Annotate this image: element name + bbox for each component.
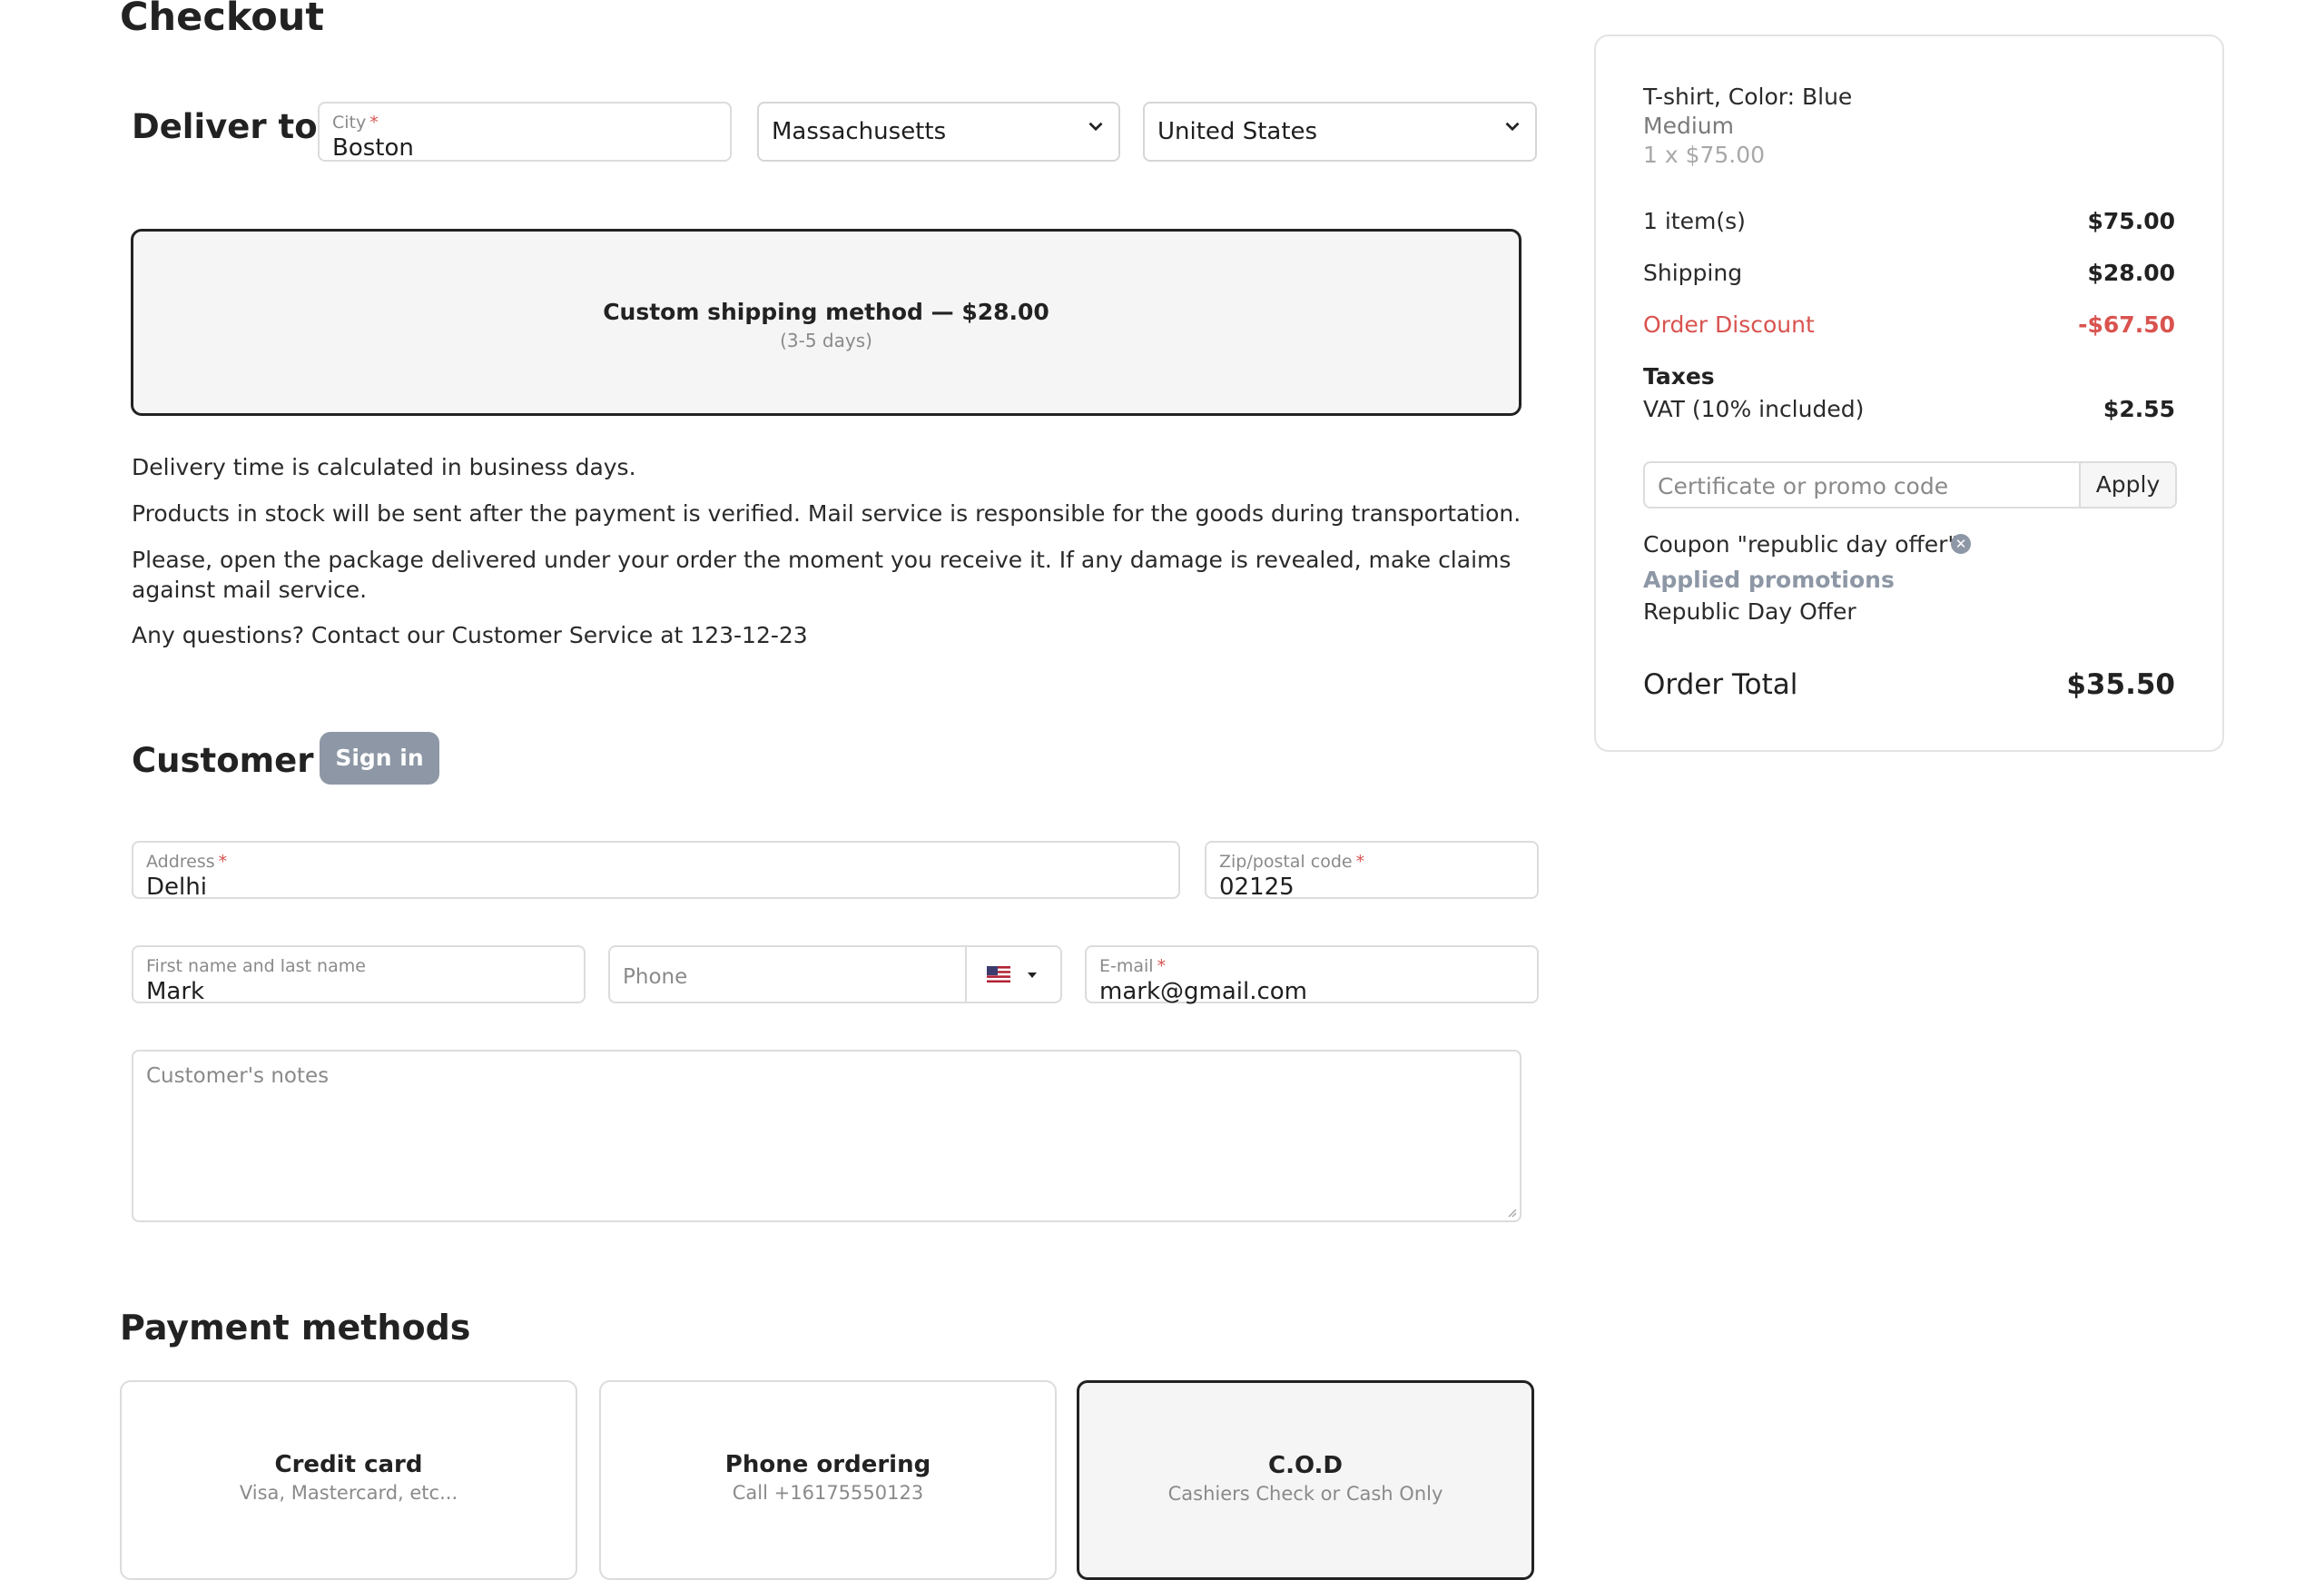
us-flag-icon [987, 966, 1010, 983]
payment-option-cod[interactable]: C.O.D Cashiers Check or Cash Only [1077, 1380, 1534, 1580]
phone-field[interactable]: Phone [608, 945, 1062, 1003]
city-label: City * [332, 113, 379, 133]
remove-coupon-icon[interactable]: ✕ [1951, 534, 1971, 554]
promotion-name: Republic Day Offer [1643, 598, 1856, 625]
page-title: Checkout [120, 0, 324, 40]
email-value: mark@gmail.com [1099, 978, 1308, 1005]
vat-value: $2.55 [2102, 396, 2175, 422]
shipping-method-days: (3-5 days) [780, 330, 872, 351]
address-label: Address * [146, 852, 228, 872]
phone-divider [965, 947, 967, 1002]
discount-label: Order Discount [1643, 311, 1815, 338]
city-value: Boston [332, 134, 414, 162]
payment-option-desc: Cashiers Check or Cash Only [1167, 1483, 1443, 1505]
deliver-to-title: Deliver to [132, 107, 318, 146]
payment-option-credit-card[interactable]: Credit card Visa, Mastercard, etc... [120, 1380, 577, 1580]
discount-value: -$67.50 [2078, 311, 2175, 338]
payment-methods-title: Payment methods [120, 1308, 471, 1348]
customer-title: Customer [132, 741, 314, 780]
country-select[interactable]: United States [1143, 102, 1537, 162]
zip-label: Zip/postal code * [1219, 852, 1365, 872]
customer-notes-textarea[interactable]: Customer's notes [132, 1050, 1521, 1222]
phone-placeholder: Phone [623, 965, 688, 989]
payment-option-desc: Visa, Mastercard, etc... [239, 1482, 458, 1504]
shipping-value: $28.00 [2087, 260, 2175, 286]
state-select[interactable]: Massachusetts [757, 102, 1120, 162]
zip-value: 02125 [1219, 874, 1295, 901]
name-label: First name and last name [146, 956, 366, 976]
items-subtotal: $75.00 [2087, 208, 2175, 234]
promo-placeholder: Certificate or promo code [1658, 473, 1949, 499]
promo-code-input[interactable]: Certificate or promo code Apply [1643, 461, 2177, 509]
city-field[interactable]: City * Boston [318, 102, 732, 162]
state-value: Massachusetts [772, 118, 947, 145]
email-field[interactable]: E-mail * mark@gmail.com [1085, 945, 1539, 1005]
delivery-info-text: Any questions? Contact our Customer Serv… [132, 622, 808, 648]
chevron-down-icon [1505, 122, 1520, 132]
payment-option-name: C.O.D [1268, 1452, 1343, 1479]
order-total-value: $35.50 [2066, 668, 2175, 701]
name-field[interactable]: First name and last name Mark [132, 945, 586, 1005]
payment-option-name: Credit card [274, 1451, 423, 1478]
email-label: E-mail * [1099, 956, 1167, 976]
resize-handle-icon[interactable] [1506, 1207, 1517, 1218]
payment-option-desc: Call +16175550123 [732, 1482, 924, 1504]
item-name: T-shirt, Color: Blue [1643, 84, 1853, 110]
name-value: Mark [146, 978, 205, 1005]
notes-placeholder: Customer's notes [146, 1064, 330, 1088]
delivery-info-text: Please, open the package delivered under… [132, 547, 1512, 603]
applied-promotions-label: Applied promotions [1643, 567, 1895, 593]
phone-country-select[interactable] [969, 947, 1060, 1002]
payment-option-name: Phone ordering [724, 1451, 931, 1478]
country-value: United States [1157, 118, 1318, 145]
shipping-label: Shipping [1643, 260, 1743, 286]
address-value: Delhi [146, 874, 207, 901]
address-field[interactable]: Address * Delhi [132, 841, 1180, 901]
item-variant: Medium [1643, 113, 1734, 139]
shipping-method-name: Custom shipping method — $28.00 [603, 299, 1049, 325]
delivery-info-text: Delivery time is calculated in business … [132, 454, 636, 480]
order-total-label: Order Total [1643, 668, 1798, 701]
order-summary: T-shirt, Color: Blue Medium 1 x $75.00 1… [1594, 35, 2224, 752]
coupon-text: Coupon "republic day offer" [1643, 531, 1958, 558]
sign-in-button[interactable]: Sign in [320, 732, 439, 785]
taxes-label: Taxes [1643, 363, 1715, 390]
item-qty-price: 1 x $75.00 [1643, 142, 1766, 168]
items-count-label: 1 item(s) [1643, 208, 1746, 234]
shipping-method-option[interactable]: Custom shipping method — $28.00 (3-5 day… [131, 229, 1521, 416]
payment-option-phone-ordering[interactable]: Phone ordering Call +16175550123 [599, 1380, 1057, 1580]
caret-down-icon [1028, 973, 1037, 978]
zip-field[interactable]: Zip/postal code * 02125 [1205, 841, 1539, 901]
chevron-down-icon [1088, 122, 1103, 132]
apply-promo-button[interactable]: Apply [2079, 463, 2175, 507]
vat-label: VAT (10% included) [1643, 396, 1865, 422]
delivery-info-text: Products in stock will be sent after the… [132, 500, 1521, 527]
